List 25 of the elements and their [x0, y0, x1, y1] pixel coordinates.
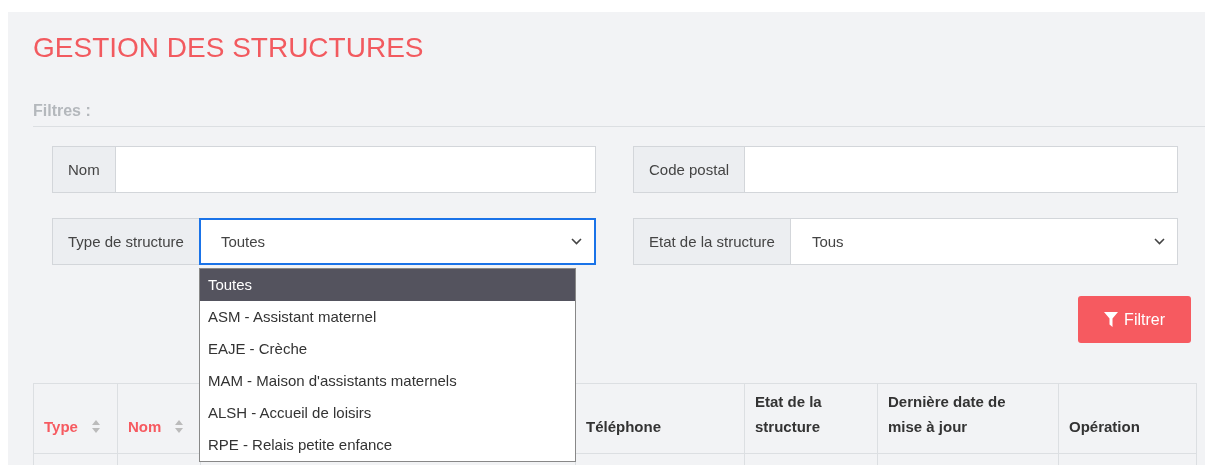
sort-icon: [91, 420, 100, 433]
column-header: Téléphone: [575, 383, 745, 454]
dropdown-option[interactable]: Toutes: [199, 269, 575, 301]
column-header: Opération: [1058, 383, 1197, 454]
column-header: Dernière date de mise à jour: [877, 383, 1059, 454]
chevron-down-icon: [1154, 238, 1165, 245]
dropdown-option[interactable]: ALSH - Accueil de loisirs: [199, 397, 575, 429]
dropdown-option[interactable]: EAJE - Crèche: [199, 333, 575, 365]
input-field[interactable]: [744, 146, 1178, 193]
dropdown-option[interactable]: ASM - Assistant maternel: [199, 301, 575, 333]
select-field[interactable]: Toutes: [198, 218, 596, 265]
field-label: Type de structure: [52, 218, 199, 265]
field-label: Code postal: [633, 146, 745, 193]
field-label: Etat de la structure: [633, 218, 790, 265]
dropdown-option[interactable]: RPE - Relais petite enfance: [199, 429, 575, 461]
chevron-down-icon: [571, 238, 582, 245]
input-field[interactable]: [114, 146, 596, 193]
field-label: Nom: [52, 146, 115, 193]
page-title: GESTION DES STRUCTURES: [33, 32, 425, 64]
dropdown-option[interactable]: MAM - Maison d'assistants maternels: [199, 365, 575, 397]
sort-icon: [175, 420, 184, 433]
filters-heading: Filtres :: [33, 102, 1205, 127]
funnel-icon: [1104, 312, 1119, 327]
column-header: Etat de la structure: [744, 383, 878, 454]
select-field[interactable]: Tous: [789, 218, 1178, 265]
